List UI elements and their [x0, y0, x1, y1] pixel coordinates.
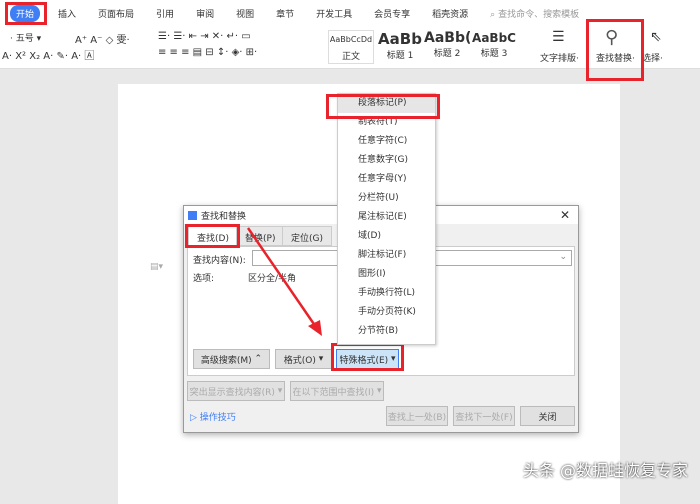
arrow-line: [246, 227, 320, 331]
arrow-head: [308, 320, 322, 336]
red-arrow: [246, 227, 322, 336]
watermark: 头条 @数据蛙恢复专家: [522, 461, 688, 480]
